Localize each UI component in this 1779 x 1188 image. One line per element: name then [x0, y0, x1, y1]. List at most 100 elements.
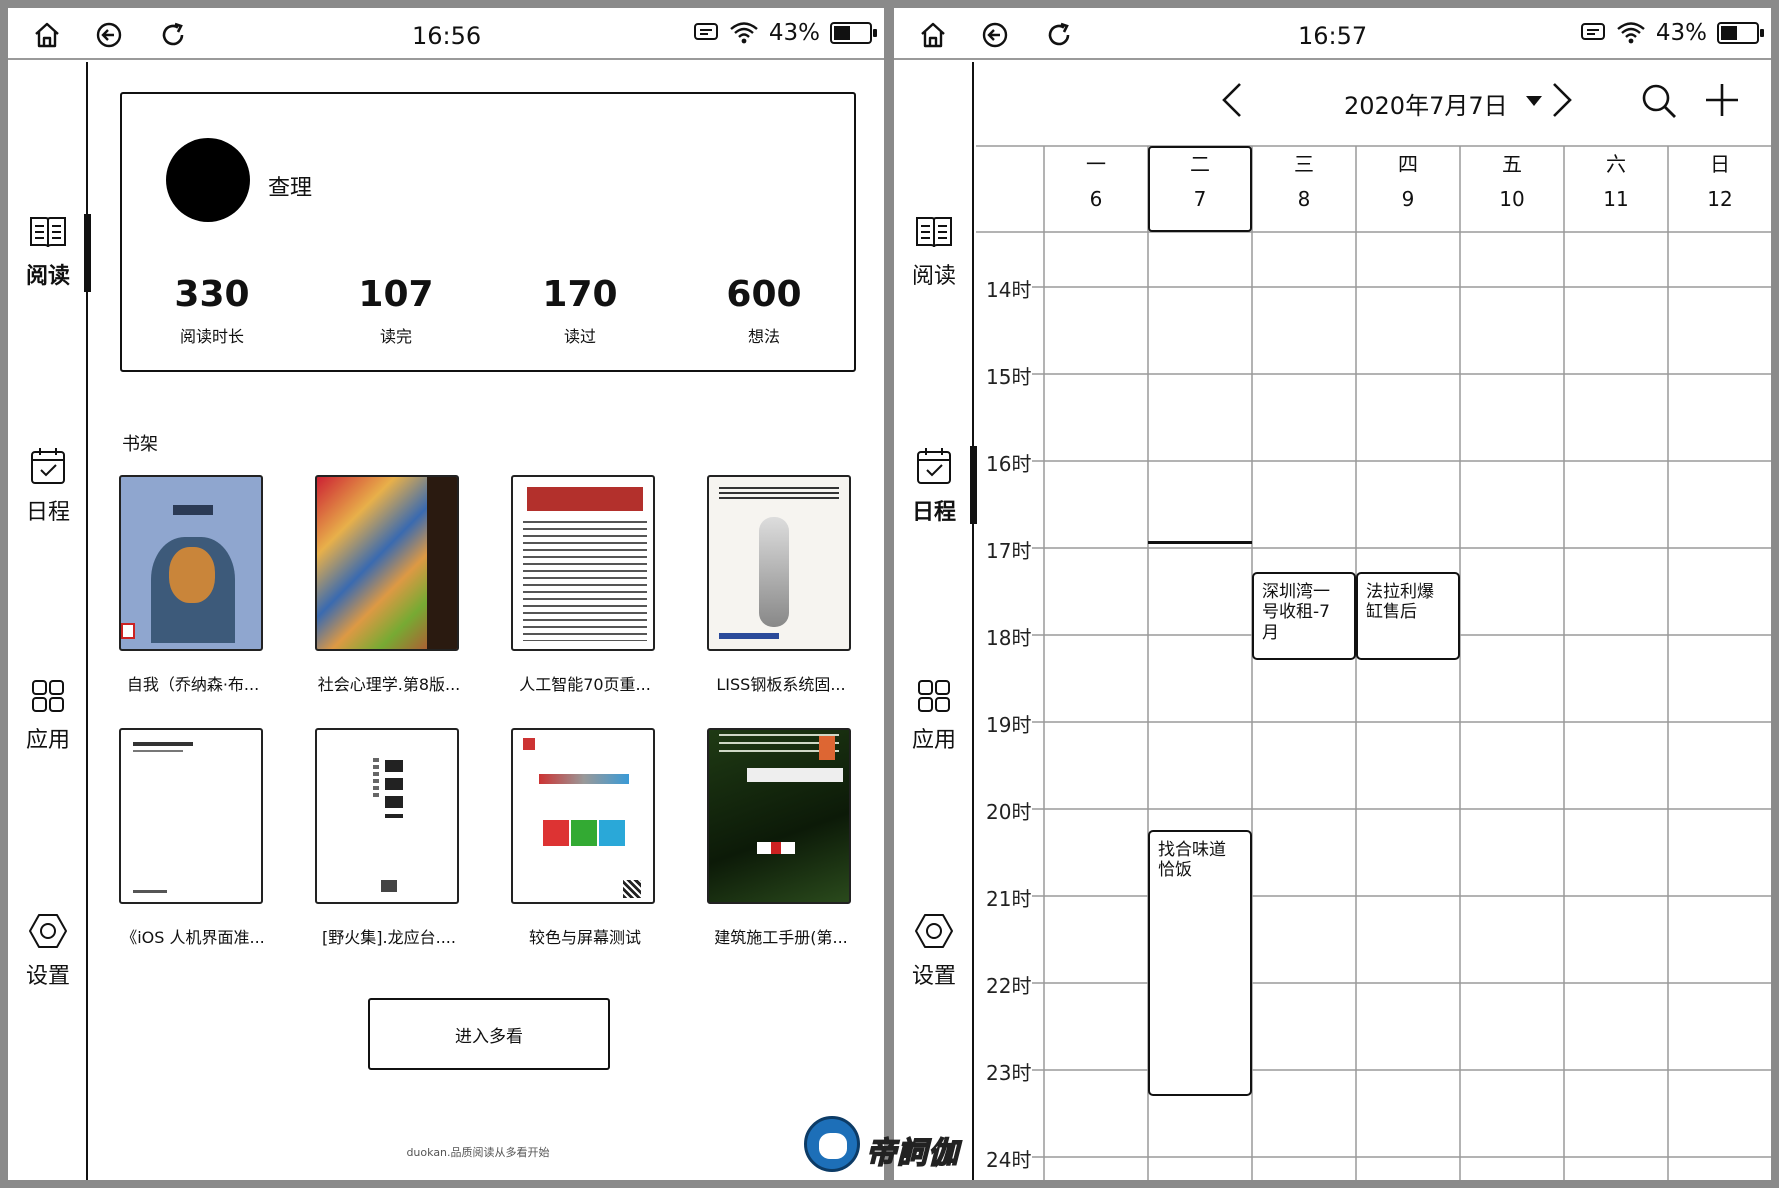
- weekday-label: 一: [1086, 152, 1106, 176]
- week-grid[interactable]: 一6 二7 三8 四9 五 10 六 11 日 12 14时 15时 16时 17时 …: [976, 138, 1771, 1180]
- stat-value: 170: [542, 274, 618, 315]
- hour-label: 24时: [986, 1148, 1032, 1172]
- date-label: 10: [1499, 187, 1525, 211]
- more-books-button[interactable]: 进入多看: [368, 998, 610, 1070]
- day-header-sun[interactable]: 日 12: [1668, 148, 1771, 211]
- watermark-logo-icon: [804, 1116, 860, 1172]
- nav-item-apps[interactable]: 应用: [8, 678, 88, 754]
- event-card[interactable]: 法拉利爆缸售后: [1356, 572, 1460, 660]
- book-cover: [315, 475, 459, 651]
- nav-label: 应用: [911, 728, 956, 753]
- nav-item-reading[interactable]: 阅读: [894, 214, 974, 290]
- date-label: 9: [1401, 187, 1415, 211]
- book-item[interactable]: 自我（乔纳森·布...: [119, 475, 267, 695]
- back-icon[interactable]: [980, 20, 1010, 50]
- day-header-sat[interactable]: 六 11: [1564, 148, 1668, 211]
- sidebar-nav: 阅读 日程 应用 设置: [894, 62, 977, 1180]
- weekday-label: 三: [1294, 152, 1314, 176]
- book-item[interactable]: LISS钢板系统固...: [707, 475, 855, 695]
- book-item[interactable]: 《iOS 人机界面准...: [119, 728, 267, 948]
- stat-label: 读过: [563, 327, 596, 346]
- refresh-icon[interactable]: [1044, 20, 1074, 50]
- nav-item-schedule[interactable]: 日程: [894, 446, 974, 526]
- nav-label: 设置: [25, 964, 70, 989]
- book-title: 人工智能70页重...: [519, 675, 651, 694]
- hour-label: 23时: [986, 1061, 1032, 1085]
- book-item[interactable]: 社会心理学.第8版...: [315, 475, 463, 695]
- nav-item-settings[interactable]: 设置: [8, 912, 88, 990]
- message-icon: [693, 23, 718, 40]
- book-item[interactable]: 人工智能70页重...: [511, 475, 659, 695]
- add-event-icon[interactable]: [1704, 82, 1740, 118]
- stat-finished[interactable]: 107 读完: [336, 274, 456, 347]
- user-name: 查理: [268, 176, 313, 201]
- day-header-tue[interactable]: 二7: [1148, 148, 1252, 211]
- message-icon: [1580, 23, 1605, 40]
- hour-label: 15时: [986, 365, 1032, 389]
- hour-label: 18时: [986, 626, 1032, 650]
- book-cover: [707, 728, 851, 904]
- date-dropdown-icon[interactable]: [1524, 94, 1544, 108]
- book-item[interactable]: [野火集].龙应台....: [315, 728, 463, 948]
- nav-label: 日程: [911, 500, 956, 525]
- stat-value: 107: [358, 274, 434, 315]
- avatar[interactable]: [166, 138, 250, 222]
- status-bar: 16:57 43%: [894, 8, 1771, 60]
- weekday-label: 四: [1398, 152, 1418, 176]
- book-item[interactable]: 建筑施工手册(第...: [707, 728, 855, 948]
- event-card[interactable]: 找合味道恰饭: [1148, 830, 1252, 1096]
- status-time: 16:57: [1298, 22, 1368, 50]
- book-item[interactable]: 较色与屏幕测试: [511, 728, 659, 948]
- search-icon[interactable]: [1640, 82, 1678, 120]
- nav-item-settings[interactable]: 设置: [894, 912, 974, 990]
- stat-reading-time[interactable]: 330 阅读时长: [152, 274, 272, 347]
- stat-read[interactable]: 170 读过: [520, 274, 640, 347]
- home-icon[interactable]: [32, 20, 62, 50]
- day-header-mon[interactable]: 一6: [1044, 148, 1148, 211]
- book-cover: [511, 475, 655, 651]
- weekday-label: 五: [1502, 152, 1522, 176]
- day-header-thu[interactable]: 四9: [1356, 148, 1460, 211]
- book-cover: [119, 475, 263, 651]
- book-title: 社会心理学.第8版...: [317, 675, 461, 694]
- profile-card[interactable]: 查理 330 阅读时长 107 读完 170 读过 600 想法: [120, 92, 856, 372]
- battery-percent: 43%: [768, 20, 820, 46]
- book-cover: [511, 728, 655, 904]
- date-label: 12: [1707, 187, 1733, 211]
- home-icon[interactable]: [918, 20, 948, 50]
- book-title: [野火集].龙应台....: [322, 928, 456, 947]
- next-week-icon[interactable]: [1548, 80, 1578, 120]
- book-title: 较色与屏幕测试: [528, 928, 641, 947]
- hour-label: 19时: [986, 713, 1032, 737]
- nav-item-reading[interactable]: 阅读: [8, 214, 88, 290]
- calendar-icon: [31, 448, 65, 484]
- day-header-wed[interactable]: 三8: [1252, 148, 1356, 211]
- book-cover: [315, 728, 459, 904]
- back-icon[interactable]: [94, 20, 124, 50]
- stat-value: 600: [726, 274, 802, 315]
- day-header-fri[interactable]: 五 10: [1460, 148, 1564, 211]
- hour-label: 17时: [986, 539, 1032, 563]
- settings-icon: [29, 914, 67, 948]
- reading-screen: 16:56 43% 阅读 日程 应用 设置 查理 330 阅读时长 107 读完…: [8, 8, 884, 1180]
- battery-icon: [1717, 22, 1764, 44]
- current-time-indicator: [1148, 541, 1252, 544]
- nav-item-apps[interactable]: 应用: [894, 678, 974, 754]
- nav-item-schedule[interactable]: 日程: [8, 446, 88, 526]
- prev-week-icon[interactable]: [1216, 80, 1246, 120]
- book-title: LISS钢板系统固...: [716, 675, 846, 694]
- nav-label: 设置: [911, 964, 956, 989]
- date-label: 6: [1089, 187, 1103, 211]
- current-date[interactable]: 2020年7月7日: [1344, 86, 1508, 121]
- nav-label: 阅读: [25, 264, 70, 289]
- event-card[interactable]: 深圳湾一号收租-7月: [1252, 572, 1356, 660]
- date-label: 7: [1193, 187, 1207, 211]
- calendar-icon: [917, 448, 951, 484]
- stat-thoughts[interactable]: 600 想法: [704, 274, 824, 347]
- book-title: 建筑施工手册(第...: [714, 928, 848, 947]
- book-cover: [707, 475, 851, 651]
- hour-label: 22时: [986, 974, 1032, 998]
- refresh-icon[interactable]: [158, 20, 188, 50]
- battery-icon: [830, 22, 877, 44]
- book-cover: [119, 728, 263, 904]
